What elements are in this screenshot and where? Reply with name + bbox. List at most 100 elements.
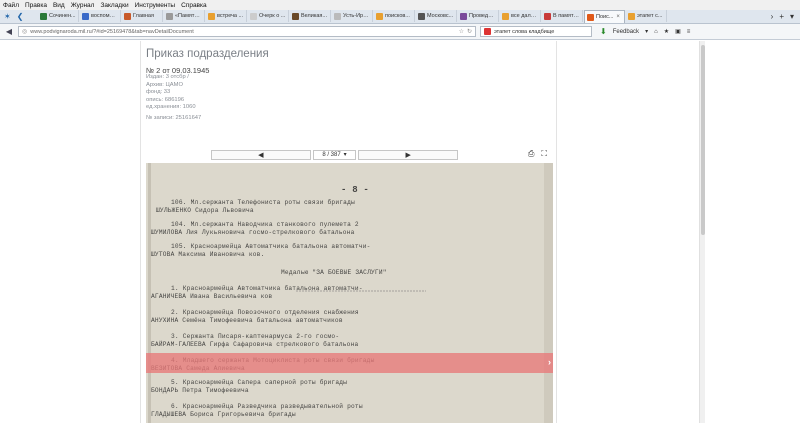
scan-text-line: 1. Красноармейца Автоматчика батальона а… [171,285,363,292]
tab-label: этапет с... [637,13,663,19]
scan-text-line: 104. Мл.сержанта Наводчика станкового пу… [171,221,359,228]
new-tab-icon[interactable]: + [779,12,784,21]
scan-text-line: 106. Мл.сержанта Телефониста роты связи … [171,199,355,206]
tab-5[interactable]: Очерк о ... [248,10,289,22]
tab-9[interactable]: Московс... [416,10,457,22]
scan-text-line: 3. Сержанта Писаря-каптенармуса 2-го гос… [171,333,340,340]
tab-favicon-icon [124,12,131,20]
nav-tools: ⬇ Feedback ▾ ⌂ ★ ▣ ≡ [600,27,690,36]
tab-label: встреча ... [217,13,244,19]
tab-label: Очерк о ... [259,13,286,19]
tab-2[interactable]: Главная [122,10,163,22]
next-match-icon[interactable]: › [548,357,551,367]
tab-strip: ✶ ❮ Сочинен... воспомин... Главная «Память … [0,10,800,24]
tab-3[interactable]: «Память - св... [164,10,205,22]
tab-4[interactable]: встреча ... [206,10,247,22]
menu-item-2[interactable]: Вид [53,2,65,9]
page-title: Приказ подразделения [146,48,269,60]
url-text: www.podvignaroda.mil.ru/?#id=25169478&ta… [30,28,194,35]
page-select-value: 8 / 387 [322,151,341,158]
record-number: № записи: 25161647 [146,115,202,122]
scan-text-line: ШУТОВА Максима Ивановича ков. [151,251,265,258]
tab-0[interactable]: Сочинен... [38,10,79,22]
tab-label: Усть-Ирбитс... [343,13,370,19]
search-highlight [146,353,553,373]
tab-favicon-icon [250,12,257,20]
scan-text-line: 105. Красноармейца Автоматчика батальона… [171,243,371,250]
menu-item-0[interactable]: Файл [3,2,19,9]
tab-label: Московс... [427,13,454,19]
menu-item-6[interactable]: Справка [181,2,207,9]
menu-bar: Файл Правка Вид Журнал Закладки Инструменты Сп… [0,0,800,10]
left-blank [0,41,140,423]
scan-text-line: БАЙРАМ-ГАЛЕЕВА Гирфа Сафаровича стрелков… [151,341,359,348]
scan-text-line: БОНДАРЬ Петра Тимофеевича [151,387,249,394]
scan-text-line: ШУЛЬЖЕНКО Сидора Львовича [156,207,254,214]
print-icon[interactable]: ⎙ [528,149,534,159]
meta-line: фонд: 33 [146,89,171,96]
menu-item-1[interactable]: Правка [25,2,47,9]
tab-7[interactable]: Усть-Ирбитс... [332,10,373,22]
scrollbar-thumb[interactable] [701,45,705,235]
fullscreen-icon[interactable]: ⛶ [541,149,547,159]
search-bar[interactable]: этапет слова кладбище [480,26,592,37]
tab-scroll-left-icon[interactable]: ❮ [17,12,24,21]
tab-6[interactable]: Великая... [290,10,331,22]
meta-line: ед.хранения: 1060 [146,104,196,111]
search-engine-icon[interactable] [484,28,491,35]
tab-1[interactable]: воспомин... [80,10,121,22]
tab-favicon-icon [587,13,594,21]
scan-text-line: 6. Красноармейца Разведчика разведывател… [171,403,363,410]
menu-item-5[interactable]: Инструменты [135,2,176,9]
scan-text-line: ШУМИЛОВА Лия Лукьяновича госмо-стрелково… [151,229,355,236]
scan-text-line: АНУХИНА Семёна Тимофеевича батальона авт… [151,317,343,324]
meta-line: опись: 686196 [146,96,185,103]
download-icon[interactable]: ⬇ [600,27,607,36]
tab-favicon-icon [166,12,173,20]
tab-favicon-icon [82,12,89,20]
menu-item-3[interactable]: Журнал [71,2,95,9]
tab-list-icon[interactable]: ▾ [790,12,794,21]
meta-line: Архив: ЦАМО [146,81,183,88]
tab-14[interactable]: этапет с... [626,10,667,22]
tab-12[interactable]: В память ... [542,10,583,22]
tab-10[interactable]: Проведение ... [458,10,499,22]
page-scrollbar[interactable] [699,41,705,423]
menu-item-4[interactable]: Закладки [100,2,128,9]
tab-label: поисков... [385,13,410,19]
back-icon[interactable]: ◀ [4,27,14,36]
scan-text-line: 2. Красноармейца Повозочного отделения с… [171,309,359,316]
addon-icon[interactable]: ▣ [675,28,681,35]
pin-icon[interactable]: ✶ [4,12,11,21]
page-select[interactable]: 8 / 387 ▾ [312,149,357,160]
tab-label: В память ... [553,13,580,19]
tab-label: Великая... [301,13,327,19]
home-icon[interactable]: ⌂ [654,29,658,35]
scanned-document-image[interactable]: - 8 - 106. Мл.сержанта Телефониста роты с… [146,163,553,423]
viewer-controls: ◀ 8 / 387 ▾ ▶ [211,149,459,160]
tab-favicon-icon [418,12,425,20]
tab-13[interactable]: Поис... × [584,10,625,23]
tab-8[interactable]: поисков... [374,10,415,22]
star-icon[interactable]: ☆ [459,28,464,35]
tab-nav: ✶ ❮ [4,12,38,21]
tab-favicon-icon [460,12,467,20]
nav-bar: ◀ ◎ www.podvignaroda.mil.ru/?#id=2516947… [0,24,800,40]
reload-icon[interactable]: ↻ [467,28,472,35]
menu-icon[interactable]: ≡ [687,29,691,35]
bookmark-icon[interactable]: ★ [664,28,669,35]
feedback-button[interactable]: Feedback [613,29,639,35]
chevron-down-icon: ▾ [343,152,347,158]
tab-favicon-icon [544,12,551,20]
url-bar[interactable]: ◎ www.podvignaroda.mil.ru/?#id=25169478&… [18,26,476,37]
tab-11[interactable]: все даль... [500,10,541,22]
tab-scroll-right-icon[interactable]: › [771,12,774,21]
close-icon[interactable]: × [616,14,620,20]
globe-icon: ◎ [22,29,28,35]
tab-label: «Память - св... [175,13,202,19]
chevron-down-icon[interactable]: ▾ [645,28,648,35]
prev-page-button[interactable]: ◀ [211,149,311,160]
next-page-button[interactable]: ▶ [358,149,459,160]
scan-text-line: - 8 - [341,185,370,195]
tab-favicon-icon [628,12,635,20]
